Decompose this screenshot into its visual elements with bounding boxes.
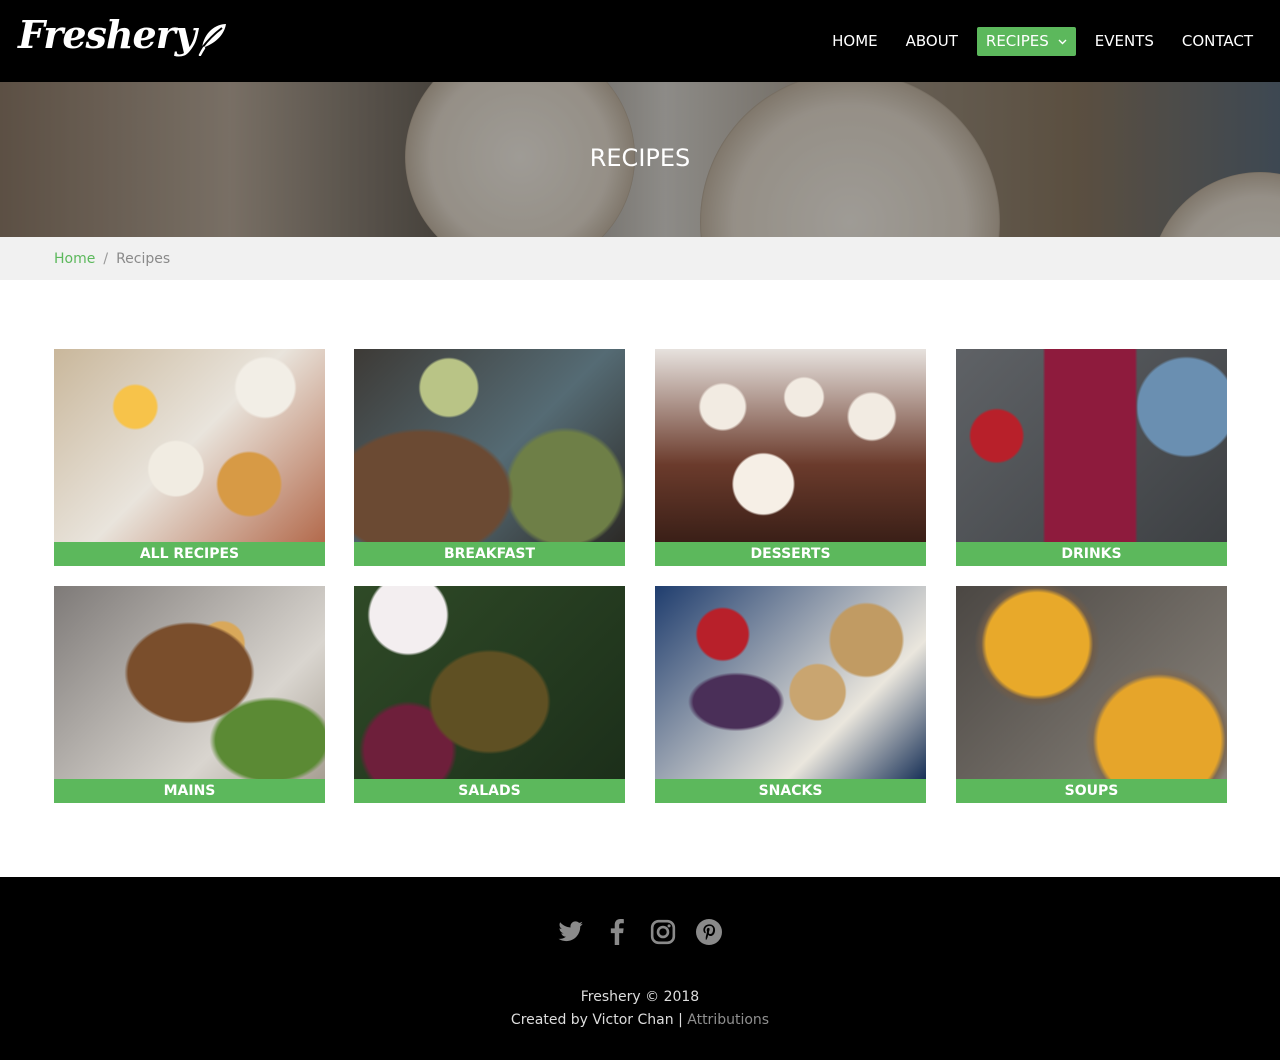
breadcrumb-separator: / bbox=[103, 250, 109, 267]
category-image bbox=[655, 349, 926, 542]
nav-home[interactable]: HOME bbox=[823, 27, 887, 56]
category-label: DESSERTS bbox=[655, 542, 926, 566]
page-title: RECIPES bbox=[589, 144, 691, 172]
social-links bbox=[0, 917, 1280, 947]
footer-copyright: Freshery © 2018 bbox=[580, 989, 700, 1005]
breadcrumb-current: Recipes bbox=[116, 250, 171, 267]
breadcrumb-home-link[interactable]: Home bbox=[54, 251, 95, 267]
category-image bbox=[956, 586, 1227, 779]
footer-divider: | bbox=[678, 1012, 683, 1028]
instagram-icon[interactable] bbox=[649, 917, 677, 947]
nav-about-label: ABOUT bbox=[905, 32, 958, 50]
category-image bbox=[54, 586, 325, 779]
category-label: SNACKS bbox=[655, 779, 926, 803]
nav-contact-label: CONTACT bbox=[1181, 32, 1253, 50]
category-card-desserts[interactable]: DESSERTS bbox=[655, 349, 926, 566]
category-label: DRINKS bbox=[956, 542, 1227, 566]
footer: Freshery © 2018 Created by Victor Chan |… bbox=[0, 877, 1280, 1060]
nav-recipes-label: RECIPES bbox=[985, 32, 1049, 50]
category-label: BREAKFAST bbox=[354, 542, 625, 566]
category-card-soups[interactable]: SOUPS bbox=[956, 586, 1227, 803]
nav-recipes[interactable]: RECIPES bbox=[976, 27, 1076, 56]
navbar: Freshery HOME ABOUT RECIPES EVENTS CONTA… bbox=[0, 0, 1280, 82]
category-image bbox=[354, 349, 625, 542]
twitter-icon[interactable] bbox=[557, 917, 585, 947]
facebook-icon[interactable] bbox=[603, 917, 631, 947]
leaf-icon bbox=[198, 24, 226, 56]
logo[interactable]: Freshery bbox=[18, 14, 228, 56]
category-card-salads[interactable]: SALADS bbox=[354, 586, 625, 803]
category-image bbox=[354, 586, 625, 779]
pinterest-icon[interactable] bbox=[695, 917, 723, 947]
nav-about[interactable]: ABOUT bbox=[897, 27, 967, 56]
category-card-snacks[interactable]: SNACKS bbox=[655, 586, 926, 803]
category-card-mains[interactable]: MAINS bbox=[54, 586, 325, 803]
category-image bbox=[54, 349, 325, 542]
category-label: SALADS bbox=[354, 779, 625, 803]
chevron-down-icon bbox=[1058, 39, 1067, 45]
breadcrumb: Home / Recipes bbox=[0, 237, 1280, 280]
nav-home-label: HOME bbox=[832, 32, 878, 50]
category-image bbox=[655, 586, 926, 779]
logo-text: Freshery bbox=[18, 12, 197, 57]
category-label: MAINS bbox=[54, 779, 325, 803]
category-label: SOUPS bbox=[956, 779, 1227, 803]
category-card-drinks[interactable]: DRINKS bbox=[956, 349, 1227, 566]
category-label: ALL RECIPES bbox=[54, 542, 325, 566]
footer-credits: Created by Victor Chan | Attributions bbox=[0, 1012, 1280, 1028]
hero-banner: RECIPES bbox=[0, 82, 1280, 237]
nav-events-label: EVENTS bbox=[1094, 32, 1154, 50]
footer-created-by: Created by Victor Chan bbox=[510, 1012, 674, 1028]
nav-events[interactable]: EVENTS bbox=[1086, 27, 1163, 56]
main-nav: HOME ABOUT RECIPES EVENTS CONTACT bbox=[813, 27, 1262, 56]
category-card-all-recipes[interactable]: ALL RECIPES bbox=[54, 349, 325, 566]
category-card-breakfast[interactable]: BREAKFAST bbox=[354, 349, 625, 566]
nav-contact[interactable]: CONTACT bbox=[1173, 27, 1262, 56]
attributions-link[interactable]: Attributions bbox=[687, 1012, 769, 1028]
category-image bbox=[956, 349, 1227, 542]
